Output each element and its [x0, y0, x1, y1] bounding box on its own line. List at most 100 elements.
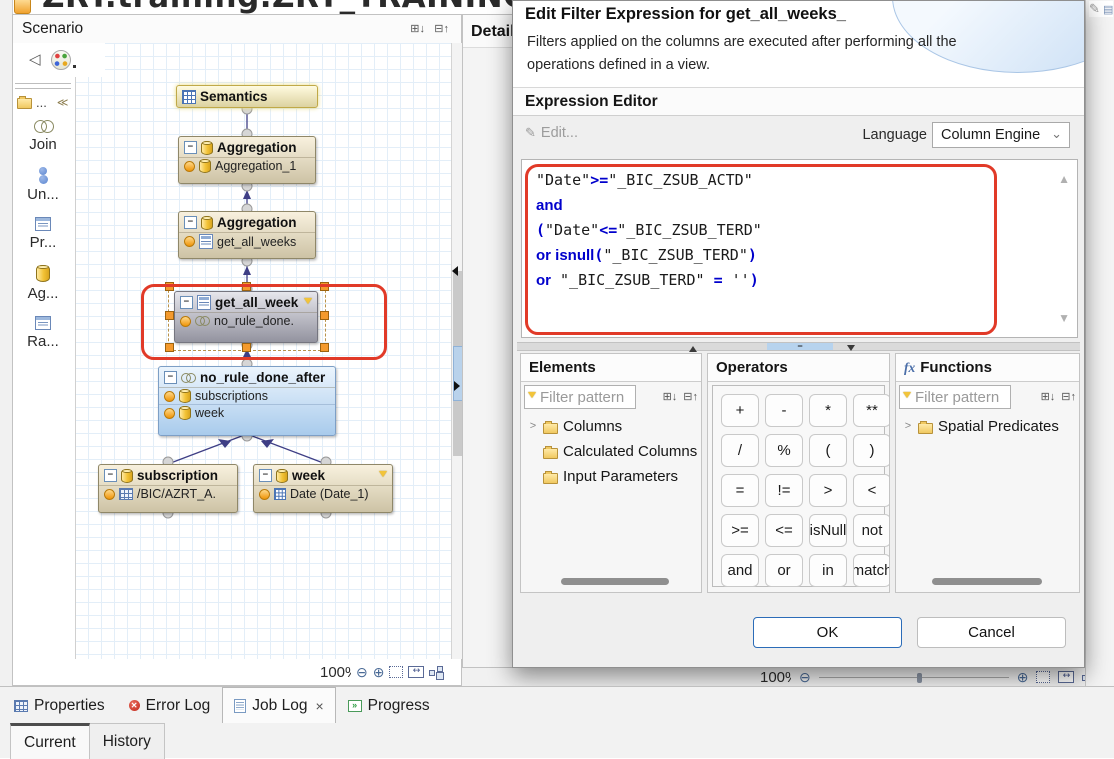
operator-button->=[interactable]: >= — [721, 514, 759, 547]
operator-button-in[interactable]: in — [809, 554, 847, 587]
resize-handle[interactable] — [320, 282, 329, 291]
sash-bar[interactable]: − — [517, 342, 1080, 351]
operator-button-)[interactable]: ) — [853, 434, 890, 467]
operator-button->[interactable]: > — [809, 474, 847, 507]
form-icon[interactable]: ▤ — [1103, 4, 1113, 16]
tab-job-log[interactable]: Job Log× — [222, 687, 335, 723]
operator-button-+[interactable]: + — [721, 394, 759, 427]
zoom-in-icon[interactable] — [373, 665, 385, 679]
scroll-down-icon[interactable]: ▼ — [1058, 311, 1070, 325]
horizontal-scrollbar[interactable] — [932, 578, 1042, 585]
back-arrow-icon[interactable]: ◁ — [29, 50, 41, 68]
horizontal-scrollbar[interactable] — [561, 578, 669, 585]
palette-item-join[interactable]: Join — [13, 117, 73, 153]
operator-button-!=[interactable]: != — [765, 474, 803, 507]
collapse-all-icon[interactable]: ⊟↑ — [683, 390, 698, 404]
node-get-all-weeks[interactable]: get_all_weeks_ no_rule_done. — [174, 291, 318, 343]
zoom-out-icon[interactable] — [799, 670, 811, 684]
ok-button[interactable]: OK — [753, 617, 902, 648]
zoom-in-icon[interactable] — [1017, 670, 1029, 684]
tab-properties[interactable]: Properties — [2, 687, 117, 723]
scroll-up-icon[interactable]: ▲ — [1058, 172, 1070, 186]
operator-button-match[interactable]: match — [853, 554, 890, 587]
zoom-slider-thumb[interactable] — [917, 673, 922, 683]
tab-progress[interactable]: Progress — [336, 687, 442, 723]
expand-all-icon[interactable]: ⊞↓ — [1041, 390, 1056, 404]
operator-button-**[interactable]: ** — [853, 394, 890, 427]
expression-textarea[interactable]: "Date">="_BIC_ZSUB_ACTD"and("Date"<="_BI… — [521, 159, 1078, 338]
diagram-canvas[interactable]: Semantics Aggregation Aggregation_1 Aggr… — [75, 43, 451, 659]
tree-item-spatial-predicates[interactable]: >Spatial Predicates — [896, 414, 1079, 439]
palette-item-ra[interactable]: Ra... — [13, 316, 73, 350]
auto-layout-icon[interactable] — [429, 666, 442, 678]
node-week[interactable]: week Date (Date_1) — [253, 464, 393, 513]
sash-collapse-icon[interactable]: − — [767, 343, 833, 350]
sash-up-icon[interactable] — [689, 342, 697, 352]
tree-item-input-parameters[interactable]: Input Parameters — [521, 464, 701, 489]
palette-chooser-icon[interactable] — [51, 50, 71, 70]
operator-button-%[interactable]: % — [765, 434, 803, 467]
resize-handle[interactable] — [242, 282, 251, 291]
resize-handle[interactable] — [165, 311, 174, 320]
edit-link[interactable]: ✎ Edit... — [525, 125, 578, 141]
palette-item-ag[interactable]: Ag... — [13, 265, 73, 302]
expression-token: or — [536, 272, 551, 289]
collapse-palette-icon[interactable]: ≪ — [57, 96, 69, 109]
sash-marker-right[interactable] — [454, 381, 460, 391]
operator-button-<=[interactable]: <= — [765, 514, 803, 547]
collapse-node-icon[interactable] — [184, 141, 197, 154]
fit-width-icon[interactable] — [408, 666, 424, 678]
palette-header[interactable]: ... ≪ — [17, 93, 71, 111]
resize-handle[interactable] — [165, 343, 174, 352]
zoom-out-icon[interactable] — [356, 665, 368, 679]
expand-all-icon[interactable]: ⊞↓ — [410, 22, 425, 36]
filter-input[interactable]: Filter pattern — [899, 385, 1011, 409]
node-aggregation-weeks[interactable]: Aggregation get_all_weeks — [178, 211, 316, 259]
operator-button-or[interactable]: or — [765, 554, 803, 587]
node-aggregation-top[interactable]: Aggregation Aggregation_1 — [178, 136, 316, 184]
node-no-rule-done[interactable]: no_rule_done_after subscriptions week — [158, 366, 336, 436]
operator-button-=[interactable]: = — [721, 474, 759, 507]
fit-to-screen-icon[interactable] — [1036, 671, 1050, 683]
collapse-node-icon[interactable] — [259, 469, 272, 482]
close-icon[interactable]: × — [315, 698, 323, 714]
tab-error-log[interactable]: Error Log — [117, 687, 223, 723]
chevron-right-icon[interactable]: > — [528, 421, 538, 432]
sash-marker-left[interactable] — [452, 266, 458, 276]
collapse-node-icon[interactable] — [180, 296, 193, 309]
node-semantics[interactable]: Semantics — [176, 85, 318, 108]
resize-handle[interactable] — [242, 343, 251, 352]
palette-item-un[interactable]: Un... — [13, 167, 73, 203]
fit-to-screen-icon[interactable] — [389, 666, 403, 678]
collapse-all-icon[interactable]: ⊟↑ — [434, 22, 449, 36]
tree-item-calculated-columns[interactable]: Calculated Columns — [521, 439, 701, 464]
collapse-node-icon[interactable] — [184, 216, 197, 229]
operator-button-not[interactable]: not — [853, 514, 890, 547]
resize-handle[interactable] — [320, 311, 329, 320]
subtab-current[interactable]: Current — [10, 723, 90, 759]
language-dropdown[interactable]: Column Engine ⌄ — [932, 122, 1070, 148]
resize-handle[interactable] — [165, 282, 174, 291]
node-subscription[interactable]: subscription /BIC/AZRT_A. — [98, 464, 238, 513]
zoom-slider[interactable] — [819, 677, 1009, 678]
operator-button-*[interactable]: * — [809, 394, 847, 427]
chevron-right-icon[interactable]: > — [903, 421, 913, 432]
collapse-all-icon[interactable]: ⊟↑ — [1061, 390, 1076, 404]
expand-all-icon[interactable]: ⊞↓ — [663, 390, 678, 404]
filter-input[interactable]: Filter pattern — [524, 385, 636, 409]
operator-button-isNull[interactable]: isNull — [809, 514, 847, 547]
fit-width-icon[interactable] — [1058, 671, 1074, 683]
pencil-icon[interactable]: ✎ — [1089, 1, 1100, 16]
palette-item-pr[interactable]: Pr... — [13, 217, 73, 251]
operator-button-and[interactable]: and — [721, 554, 759, 587]
resize-handle[interactable] — [320, 343, 329, 352]
subtab-history[interactable]: History — [90, 723, 165, 759]
operator-button-<[interactable]: < — [853, 474, 890, 507]
operator-button-/[interactable]: / — [721, 434, 759, 467]
cancel-button[interactable]: Cancel — [917, 617, 1066, 648]
operator-button-([interactable]: ( — [809, 434, 847, 467]
collapse-node-icon[interactable] — [164, 371, 177, 384]
tree-item-columns[interactable]: >Columns — [521, 414, 701, 439]
collapse-node-icon[interactable] — [104, 469, 117, 482]
operator-button--[interactable]: - — [765, 394, 803, 427]
